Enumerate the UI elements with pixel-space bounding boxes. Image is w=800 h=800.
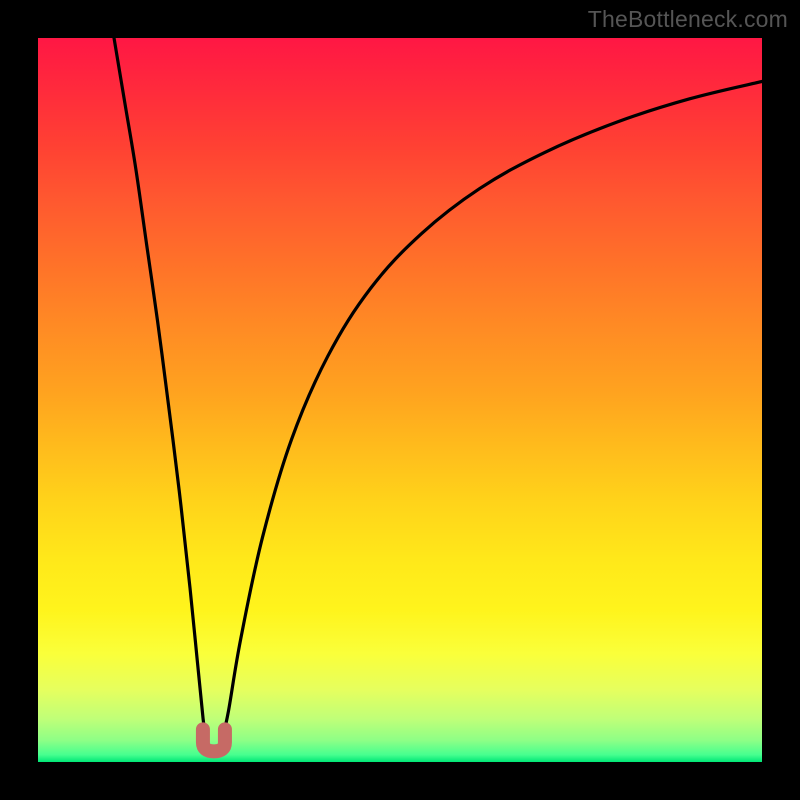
minimum-marker xyxy=(203,729,225,751)
plot-area xyxy=(38,38,762,762)
watermark-text: TheBottleneck.com xyxy=(588,6,788,33)
curve-layer xyxy=(38,38,762,762)
curve-left-branch xyxy=(114,38,206,739)
curve-right-branch xyxy=(223,81,762,736)
chart-frame: TheBottleneck.com xyxy=(0,0,800,800)
